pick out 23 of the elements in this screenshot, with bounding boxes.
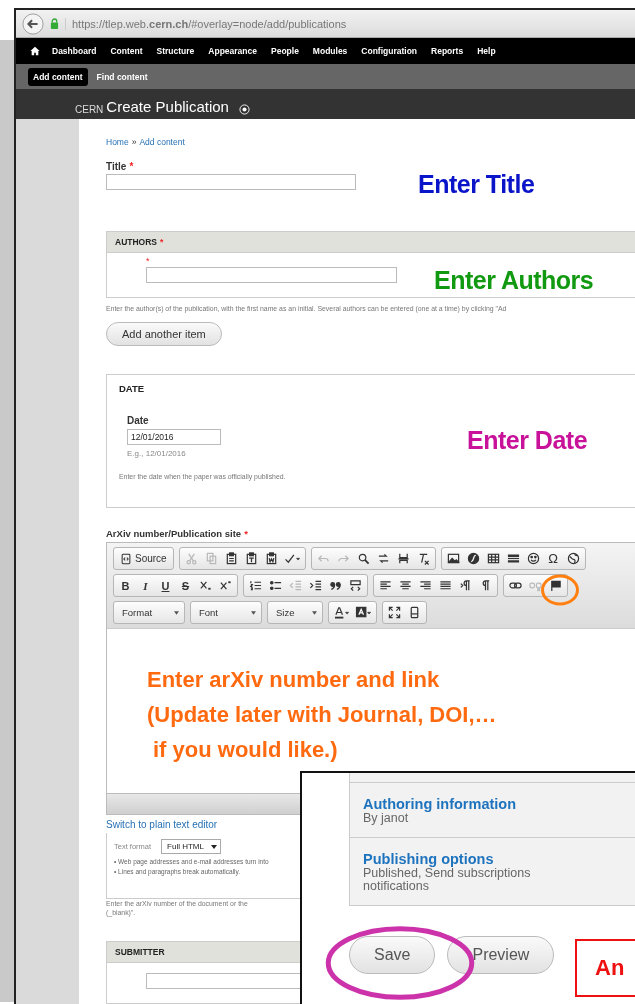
annotation-text: (Update later with Journal, DOI,…: [147, 701, 497, 729]
annotation-text: Enter Authors: [434, 266, 594, 295]
fieldset-legend: DATE: [119, 383, 635, 394]
required-mark: *: [129, 161, 134, 172]
field-label: Title: [106, 161, 127, 172]
annotation-text: Enter arXiv number and link: [147, 666, 441, 694]
field-hint: E.g., 12/01/2016: [127, 449, 187, 458]
field-label: ArXiv number/Publication site: [106, 528, 242, 539]
required-mark: *: [244, 528, 248, 539]
page-title: Create Publication: [106, 98, 229, 115]
annotation-text: if you would like.): [152, 736, 339, 764]
annotation-box: An: [575, 939, 635, 997]
fieldset-legend: SUBMITTER: [115, 947, 165, 957]
required-mark: *: [146, 256, 151, 266]
annotation-text: Enter Date: [467, 426, 588, 455]
field-label: Date: [126, 415, 150, 426]
breadcrumb-separator: »: [131, 137, 137, 147]
site-name: CERN: [75, 104, 104, 115]
annotation-text: Enter Title: [418, 170, 535, 199]
tab-summary: Published, Send subscriptions notifications: [363, 867, 532, 893]
required-mark: *: [160, 237, 164, 247]
tab-summary: By janot: [363, 812, 409, 825]
fieldset-legend: AUTHORS: [115, 237, 158, 247]
